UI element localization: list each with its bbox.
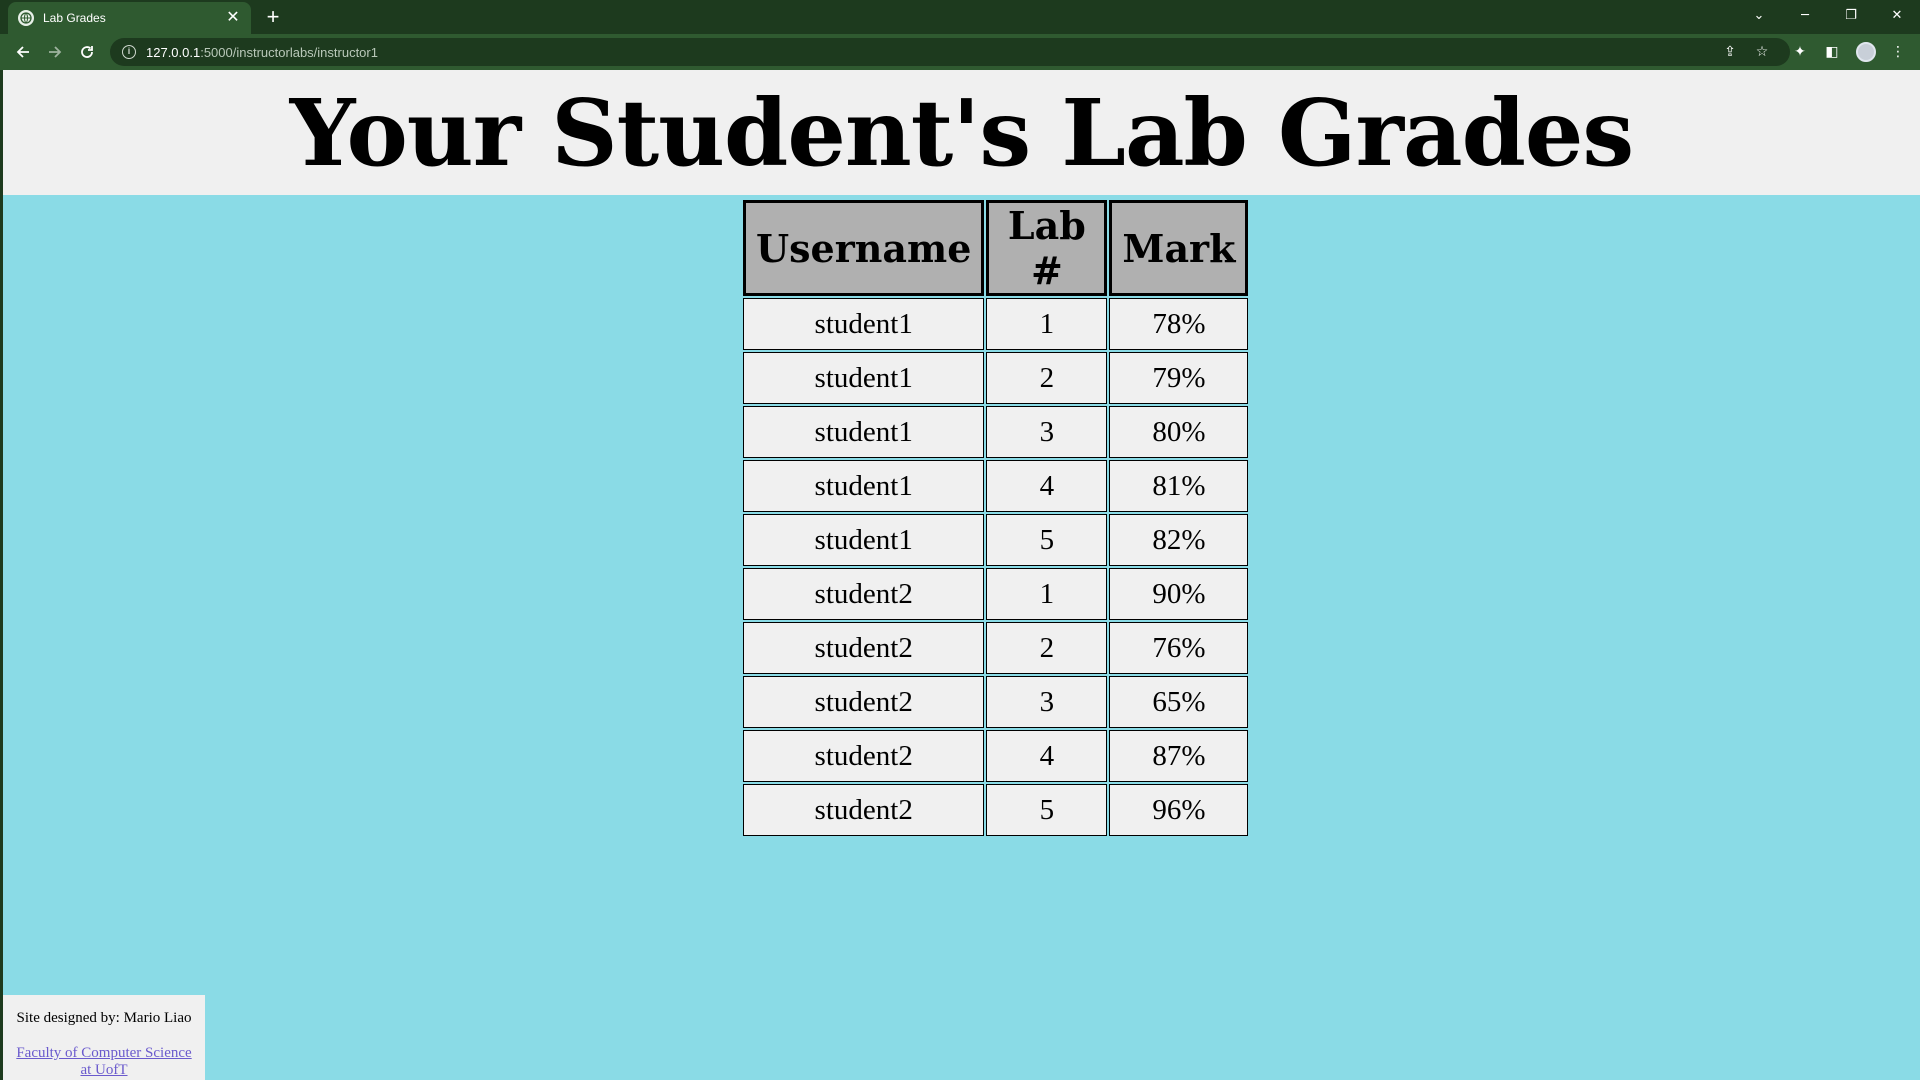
- site-info-icon[interactable]: i: [122, 45, 136, 59]
- grades-table: Username Lab # Mark student1 1 78% stude…: [741, 198, 1250, 838]
- cell-mark: 81%: [1109, 460, 1249, 512]
- cell-mark: 76%: [1109, 622, 1249, 674]
- faculty-link-line2: at UofT: [80, 1062, 128, 1078]
- cell-lab: 1: [986, 298, 1108, 350]
- cell-lab: 4: [986, 730, 1108, 782]
- faculty-link-line1: Faculty of Computer Science: [16, 1045, 192, 1061]
- side-panel-icon[interactable]: ◧: [1818, 38, 1846, 66]
- globe-icon: [18, 10, 34, 26]
- tab-title: Lab Grades: [43, 11, 106, 25]
- extensions-icon[interactable]: ✦: [1786, 38, 1814, 66]
- close-window-button[interactable]: ✕: [1874, 0, 1920, 30]
- table-row: student2 4 87%: [743, 730, 1249, 782]
- page-header: Your Student's Lab Grades: [3, 70, 1920, 195]
- new-tab-button[interactable]: +: [262, 6, 284, 28]
- cell-mark: 80%: [1109, 406, 1249, 458]
- cell-username: student1: [743, 352, 985, 404]
- minimize-button[interactable]: ─: [1782, 0, 1828, 30]
- designer-credit: Site designed by: Mario Liao: [16, 1010, 192, 1026]
- close-tab-icon[interactable]: ✕: [225, 10, 241, 26]
- cell-lab: 3: [986, 676, 1108, 728]
- cell-mark: 87%: [1109, 730, 1249, 782]
- cell-username: student2: [743, 730, 985, 782]
- cell-username: student1: [743, 298, 985, 350]
- tab-strip: Lab Grades ✕ + ⌄ ─ ❐ ✕: [0, 0, 1920, 34]
- table-row: student2 3 65%: [743, 676, 1249, 728]
- faculty-link[interactable]: Faculty of Computer Science at UofT: [3, 1045, 205, 1079]
- browser-tab[interactable]: Lab Grades ✕: [8, 2, 251, 34]
- url-path: :5000/instructorlabs/instructor1: [200, 44, 378, 60]
- table-row: student1 2 79%: [743, 352, 1249, 404]
- cell-lab: 2: [986, 352, 1108, 404]
- browser-toolbar: i 127.0.0.1 :5000/instructorlabs/instruc…: [0, 34, 1920, 70]
- table-row: student1 4 81%: [743, 460, 1249, 512]
- back-arrow-icon[interactable]: [9, 38, 37, 66]
- bookmark-star-icon[interactable]: ☆: [1748, 38, 1776, 66]
- cell-lab: 5: [986, 784, 1108, 836]
- cell-mark: 90%: [1109, 568, 1249, 620]
- cell-lab: 4: [986, 460, 1108, 512]
- table-header-row: Username Lab # Mark: [743, 200, 1249, 296]
- cell-lab: 1: [986, 568, 1108, 620]
- cell-username: student2: [743, 622, 985, 674]
- cell-mark: 82%: [1109, 514, 1249, 566]
- table-row: student2 2 76%: [743, 622, 1249, 674]
- restore-button[interactable]: ❐: [1828, 0, 1874, 30]
- page-viewport: Your Student's Lab Grades Username Lab #…: [0, 70, 1920, 1080]
- site-footer: Site designed by: Mario Liao Faculty of …: [3, 995, 205, 1080]
- cell-username: student2: [743, 568, 985, 620]
- cell-lab: 5: [986, 514, 1108, 566]
- table-row: student2 5 96%: [743, 784, 1249, 836]
- header-username: Username: [743, 200, 985, 296]
- cell-username: student1: [743, 406, 985, 458]
- url-host: 127.0.0.1: [146, 44, 201, 60]
- cell-mark: 65%: [1109, 676, 1249, 728]
- menu-kebab-icon[interactable]: ⋮: [1884, 38, 1912, 66]
- cell-lab: 2: [986, 622, 1108, 674]
- cell-mark: 96%: [1109, 784, 1249, 836]
- table-row: student1 5 82%: [743, 514, 1249, 566]
- share-icon[interactable]: ⇪: [1716, 38, 1744, 66]
- cell-username: student1: [743, 514, 985, 566]
- cell-username: student2: [743, 676, 985, 728]
- cell-lab: 3: [986, 406, 1108, 458]
- page-title: Your Student's Lab Grades: [289, 78, 1634, 187]
- cell-username: student1: [743, 460, 985, 512]
- reload-icon[interactable]: [73, 38, 101, 66]
- table-row: student1 3 80%: [743, 406, 1249, 458]
- table-row: student1 1 78%: [743, 298, 1249, 350]
- table-row: student2 1 90%: [743, 568, 1249, 620]
- forward-arrow-icon[interactable]: [41, 38, 69, 66]
- header-lab: Lab #: [986, 200, 1108, 296]
- cell-mark: 79%: [1109, 352, 1249, 404]
- header-mark: Mark: [1109, 200, 1249, 296]
- cell-mark: 78%: [1109, 298, 1249, 350]
- address-bar[interactable]: i 127.0.0.1 :5000/instructorlabs/instruc…: [110, 38, 1790, 66]
- tab-search-icon[interactable]: ⌄: [1736, 0, 1782, 30]
- profile-avatar[interactable]: [1856, 42, 1876, 62]
- cell-username: student2: [743, 784, 985, 836]
